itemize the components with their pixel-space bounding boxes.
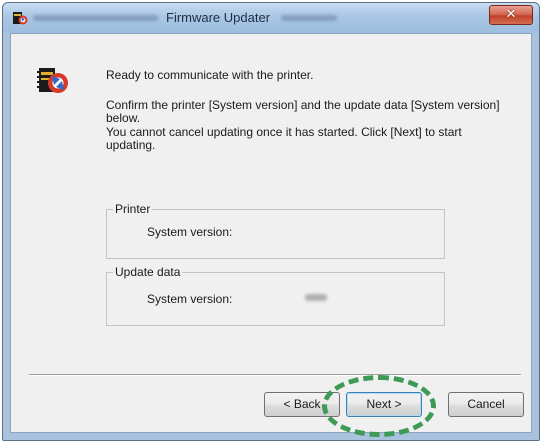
status-message: Ready to communicate with the printer. [106,68,314,82]
app-icon [13,12,28,25]
printer-group-title: Printer [113,202,153,216]
title-bar[interactable]: Firmware Updater ✕ [3,3,539,33]
title-redacted-prefix [33,15,158,21]
firmware-update-icon [37,68,68,93]
window-title: Firmware Updater [166,10,271,25]
back-button[interactable]: < Back [264,392,340,417]
dialog-body: Ready to communicate with the printer. C… [10,33,532,433]
printer-group: Printer System version: [106,202,445,259]
updater-window: Firmware Updater ✕ Ready to communicate … [2,2,540,441]
close-button[interactable]: ✕ [489,5,533,25]
update-data-group-title: Update data [113,265,183,279]
confirm-message: Confirm the printer [System version] and… [106,98,500,125]
warning-message: You cannot cancel updating once it has s… [106,125,462,152]
next-button[interactable]: Next > [346,392,422,417]
update-system-version-value [305,294,327,301]
update-system-version-label: System version: [147,292,233,306]
separator [29,374,521,376]
title-redacted-suffix [281,15,337,21]
update-data-group: Update data System version: [106,265,445,326]
cancel-button[interactable]: Cancel [448,392,524,417]
printer-system-version-label: System version: [147,225,233,239]
